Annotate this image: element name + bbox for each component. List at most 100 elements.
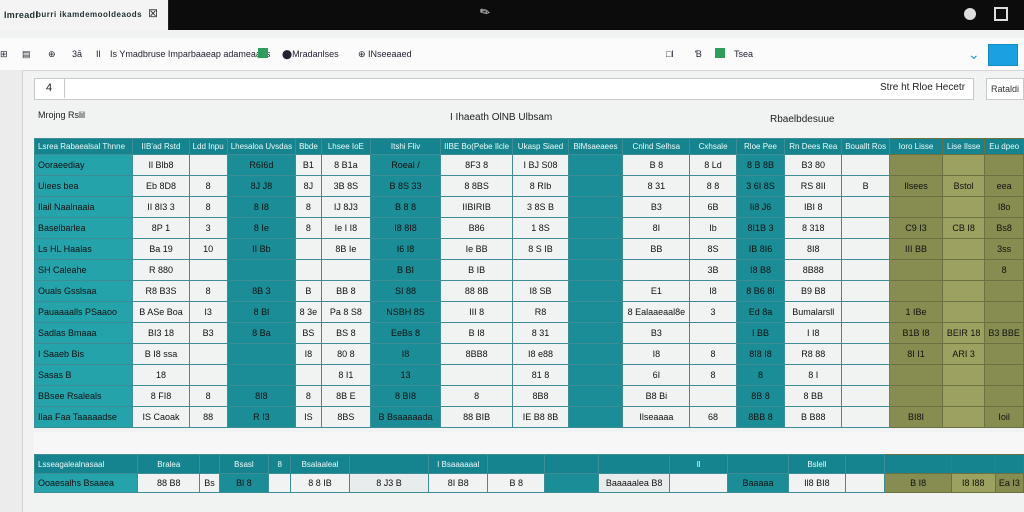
table-cell[interactable] <box>889 280 943 302</box>
table-cell[interactable] <box>188 343 228 365</box>
column-header[interactable]: Lhsee IoE <box>320 138 371 155</box>
column-header[interactable] <box>884 454 952 474</box>
table-cell[interactable]: Il Blb8 <box>132 154 190 176</box>
table-cell[interactable] <box>320 259 371 281</box>
table-cell[interactable]: BI8I <box>889 406 943 428</box>
table-cell[interactable]: I BJ S08 <box>512 154 569 176</box>
table-cell[interactable] <box>841 385 891 407</box>
table-cell[interactable]: II Bb <box>226 238 297 260</box>
table-cell[interactable] <box>941 280 986 302</box>
table-cell[interactable]: IBI 8 <box>784 196 843 218</box>
ribbon-item-table[interactable]: ▤ <box>22 49 31 60</box>
table-cell[interactable]: I8o <box>984 196 1024 218</box>
table-cell[interactable]: 8 8BS <box>440 175 514 197</box>
table-cell[interactable]: 8 <box>689 343 737 365</box>
minimize-icon[interactable] <box>964 8 976 20</box>
column-header[interactable]: Lhesaloa Uvsdas <box>226 138 297 155</box>
table-cell[interactable] <box>941 259 986 281</box>
table-cell[interactable] <box>841 196 891 218</box>
table-cell[interactable]: 8 RIb <box>512 175 569 197</box>
table-cell[interactable]: SH Caleahe <box>33 259 134 281</box>
table-cell[interactable] <box>567 385 624 407</box>
table-cell[interactable]: 8J J8 <box>226 175 297 197</box>
column-header[interactable]: Ioro Lisse <box>889 138 943 155</box>
table-cell[interactable]: BEIR 18 <box>941 322 986 344</box>
table-cell[interactable]: Pa 8 S8 <box>320 301 371 323</box>
table-cell[interactable]: B 8 <box>487 473 546 493</box>
ribbon-item-inserted[interactable]: ⊕ INseeaaed <box>358 49 412 60</box>
table-cell[interactable]: 8 J3 B <box>348 473 430 493</box>
table-cell[interactable]: CB I8 <box>941 217 986 239</box>
table-cell[interactable]: E1 <box>622 280 691 302</box>
table-cell[interactable]: SI 88 <box>369 280 442 302</box>
column-header[interactable]: Cnlnd Selhsa <box>622 138 691 155</box>
table-cell[interactable]: B I8 ssa <box>132 343 190 365</box>
table-cell[interactable]: I Saaeb Bis <box>33 343 134 365</box>
ribbon-item-box[interactable]: □ǀ <box>666 49 674 59</box>
table-cell[interactable]: 8 Ld <box>689 154 737 176</box>
table-cell[interactable]: Roeal / <box>369 154 442 176</box>
table-cell[interactable]: R8 B3S <box>132 280 190 302</box>
column-header[interactable]: Il <box>669 454 728 474</box>
table-cell[interactable]: 8 Ba <box>226 322 297 344</box>
table-cell[interactable]: 8S <box>689 238 737 260</box>
table-cell[interactable]: 3 6I 8S <box>735 175 786 197</box>
table-cell[interactable] <box>889 385 943 407</box>
ribbon-item-import[interactable]: Is Ymadbruse Imparbaaeap adameaaes <box>110 49 270 59</box>
table-cell[interactable]: 8 <box>735 364 786 386</box>
table-cell[interactable] <box>689 385 737 407</box>
column-header[interactable] <box>727 454 789 474</box>
table-cell[interactable]: 8 I1 <box>320 364 371 386</box>
table-cell[interactable] <box>567 154 624 176</box>
table-cell[interactable]: B1B I8 <box>889 322 943 344</box>
table-cell[interactable] <box>622 259 691 281</box>
table-cell[interactable]: 8 B 8B <box>735 154 786 176</box>
table-cell[interactable]: BB 8 <box>320 280 371 302</box>
column-header[interactable]: Eu dpeo <box>984 138 1024 155</box>
table-cell[interactable]: 3B 8S <box>320 175 371 197</box>
formula-button[interactable]: Rataldi <box>986 78 1024 100</box>
table-cell[interactable]: Bumalarsll <box>784 301 843 323</box>
table-cell[interactable]: 8 <box>188 280 228 302</box>
table-cell[interactable]: 3 <box>188 217 228 239</box>
table-cell[interactable]: III BB <box>889 238 943 260</box>
table-cell[interactable]: 6B <box>689 196 737 218</box>
table-cell[interactable]: Baselbarlea <box>33 217 134 239</box>
table-cell[interactable] <box>984 343 1024 365</box>
table-cell[interactable] <box>941 385 986 407</box>
table-cell[interactable]: 8 B6 8I <box>735 280 786 302</box>
column-header[interactable] <box>844 454 886 474</box>
table-cell[interactable]: Ilail Naalnaaia <box>33 196 134 218</box>
table-cell[interactable] <box>841 217 891 239</box>
table-cell[interactable]: 8 Ie <box>226 217 297 239</box>
table-cell[interactable] <box>941 406 986 428</box>
table-cell[interactable] <box>567 175 624 197</box>
table-cell[interactable]: I8 <box>622 343 691 365</box>
column-header[interactable]: Bralea <box>137 454 201 474</box>
table-cell[interactable] <box>567 217 624 239</box>
table-cell[interactable]: 3ss <box>984 238 1024 260</box>
table-cell[interactable]: B <box>295 280 322 302</box>
column-header[interactable]: Bsalaaleal <box>290 454 350 474</box>
table-cell[interactable]: Ie BB <box>440 238 514 260</box>
table-cell[interactable]: RS 8II <box>784 175 843 197</box>
table-cell[interactable]: 81 8 <box>512 364 569 386</box>
table-cell[interactable]: 8BB8 <box>440 343 514 365</box>
table-cell[interactable]: 8 31 <box>622 175 691 197</box>
column-header[interactable] <box>994 454 1024 474</box>
table-cell[interactable]: NSBH 8S <box>369 301 442 323</box>
table-cell[interactable]: Il8 BI8 <box>787 473 846 493</box>
table-cell[interactable]: 8 8 <box>689 175 737 197</box>
table-cell[interactable]: Ba 19 <box>132 238 190 260</box>
table-cell[interactable]: 8 FI8 <box>132 385 190 407</box>
table-cell[interactable]: 8 <box>689 364 737 386</box>
table-cell[interactable] <box>567 343 624 365</box>
table-cell[interactable] <box>984 385 1024 407</box>
table-cell[interactable]: 88 <box>188 406 228 428</box>
table-cell[interactable]: Bs8 <box>984 217 1024 239</box>
table-cell[interactable]: R 880 <box>132 259 190 281</box>
table-cell[interactable] <box>567 322 624 344</box>
table-cell[interactable]: II 8I3 3 <box>132 196 190 218</box>
chevron-down-icon[interactable]: ⌄ <box>968 46 980 63</box>
table-cell[interactable] <box>841 238 891 260</box>
